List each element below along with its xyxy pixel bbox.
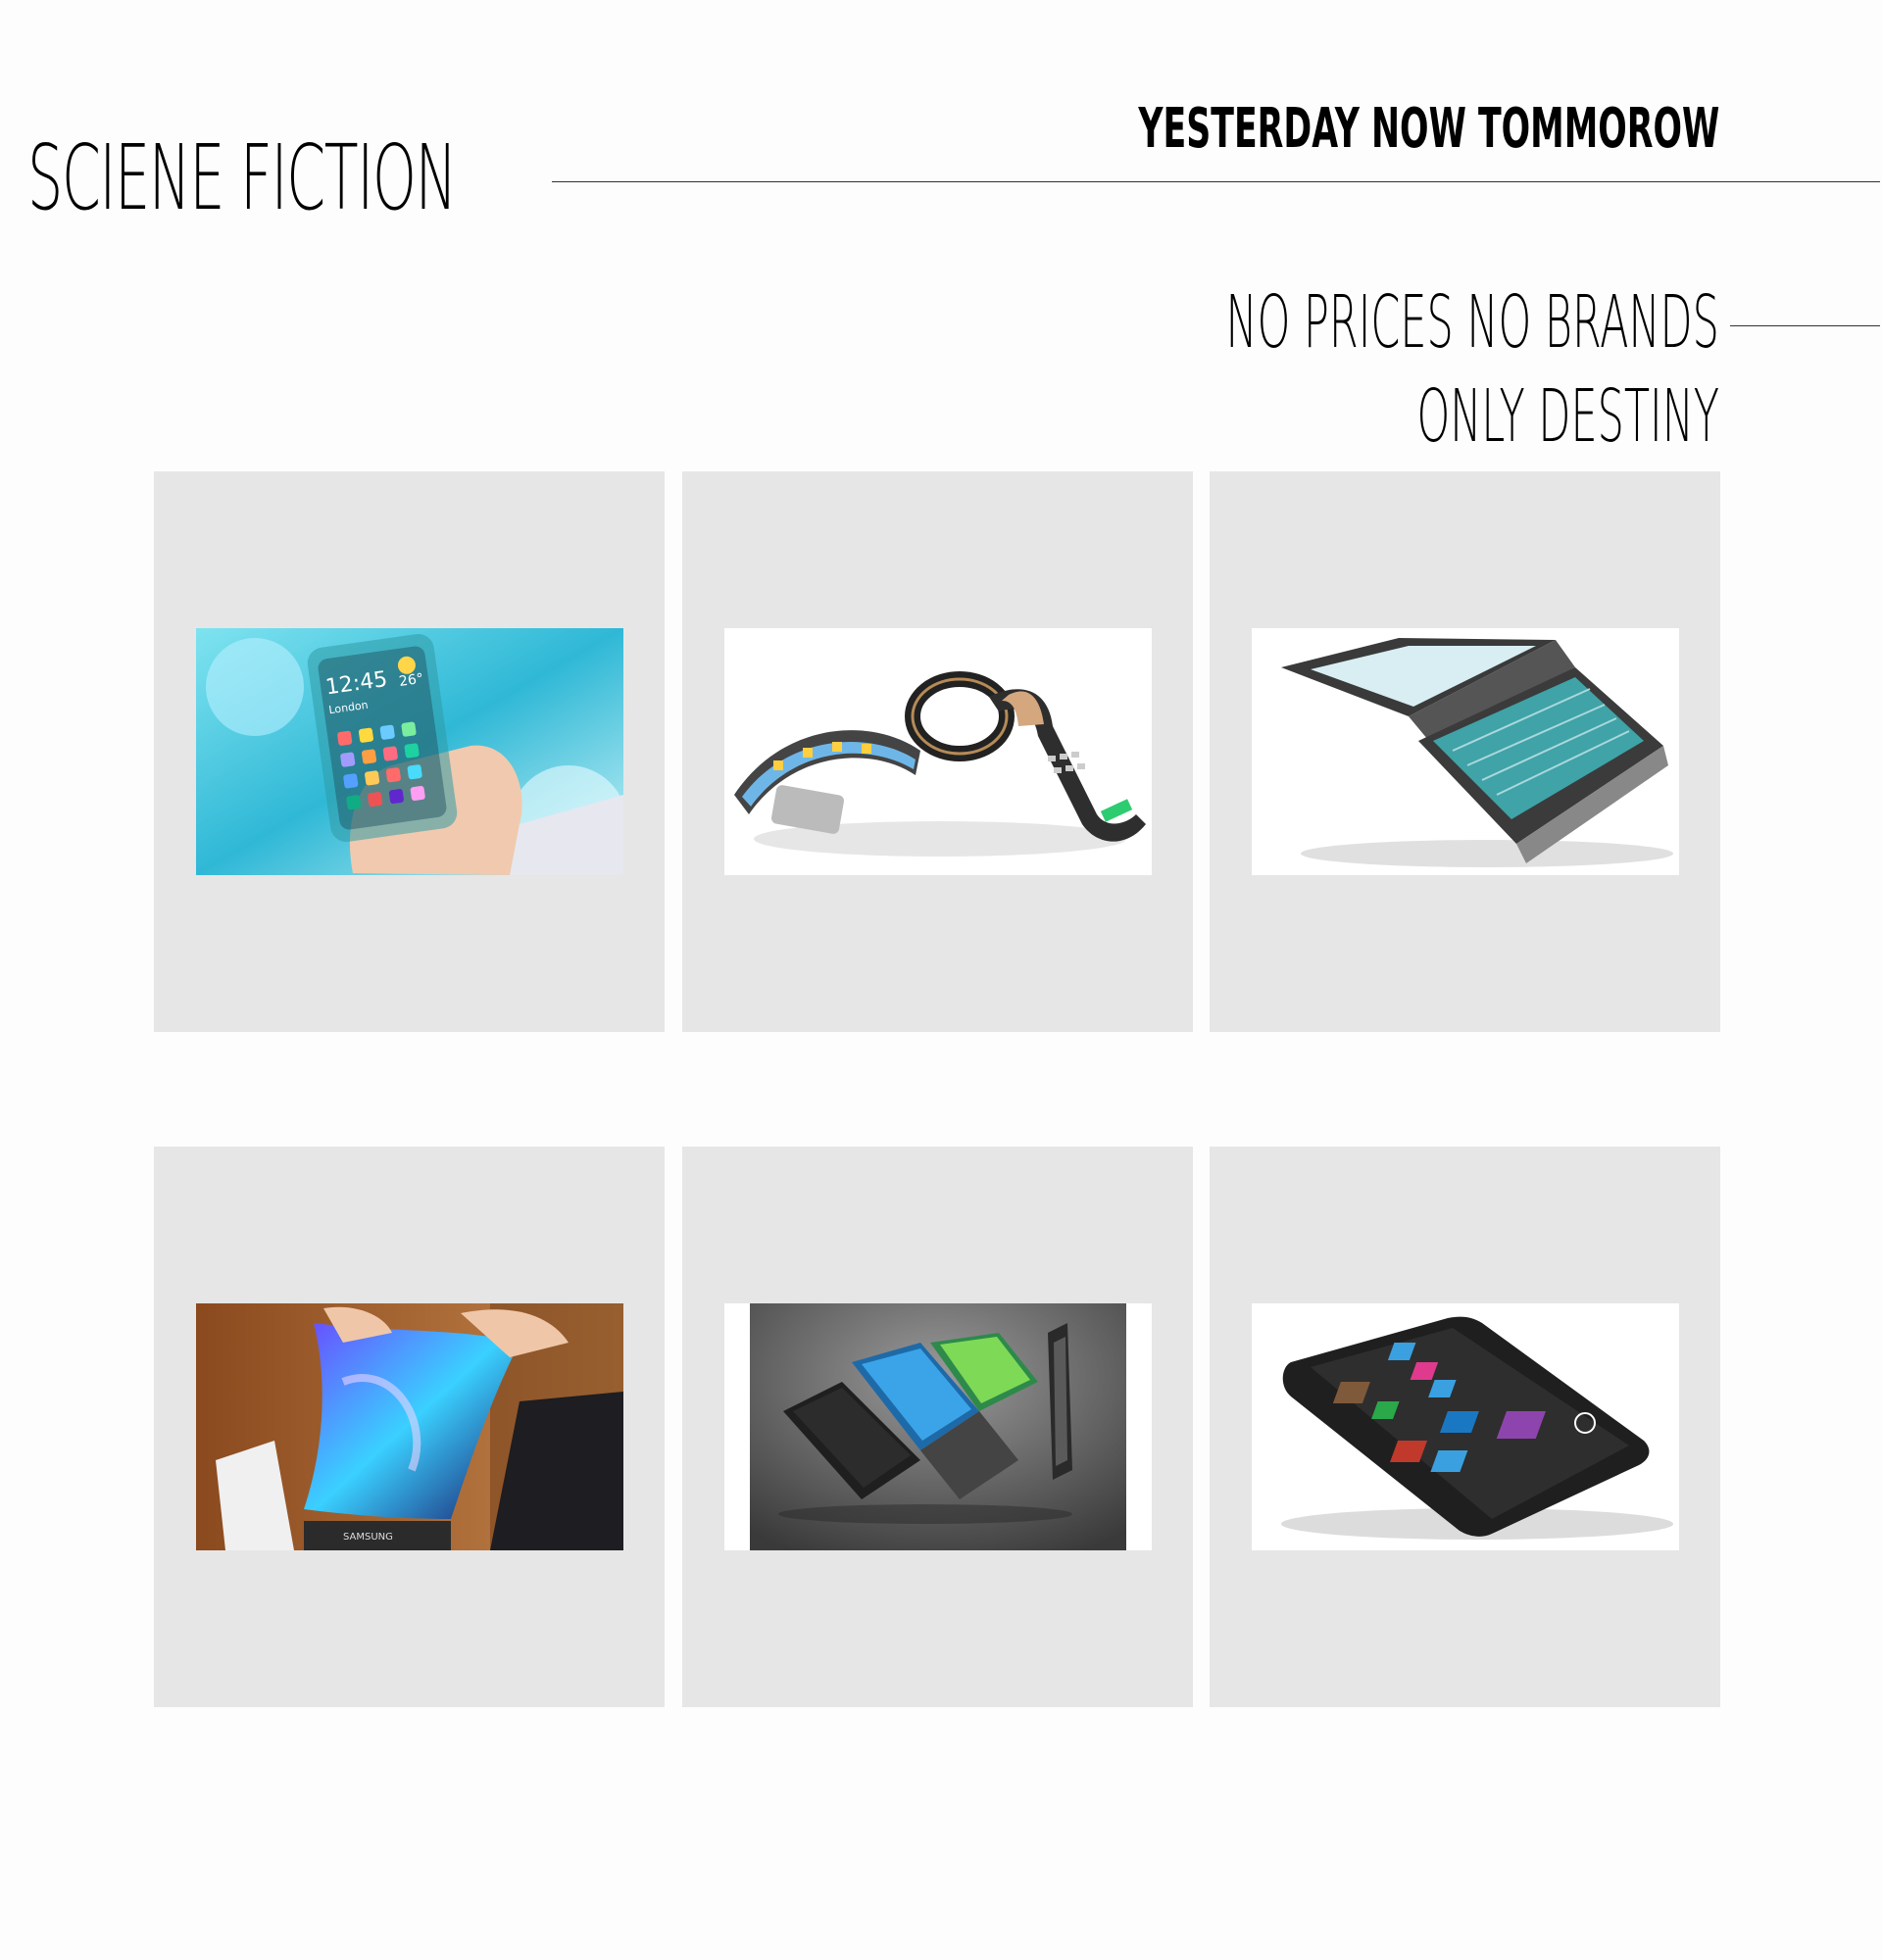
tile-phone-image[interactable]	[1252, 1303, 1679, 1550]
brand-text: SAMSUNG	[343, 1532, 393, 1543]
gallery-card-2[interactable]	[682, 471, 1193, 1032]
page-title: SCIENE FICTION	[27, 125, 457, 230]
title-divider	[552, 181, 1880, 182]
tagline: YESTERDAY NOW TOMMOROW	[1138, 97, 1719, 161]
transparent-phone-image[interactable]: 12:45 London 26°	[196, 628, 623, 875]
bending-display-image[interactable]: SAMSUNG	[196, 1303, 623, 1550]
gallery-card-1[interactable]: 12:45 London 26°	[154, 471, 665, 1032]
slogan-divider	[1730, 325, 1880, 326]
sliding-phone-image[interactable]	[1252, 628, 1679, 875]
gallery-card-5[interactable]	[682, 1147, 1193, 1707]
slogan-line-2: ONLY DESTINY	[1416, 374, 1719, 459]
gallery-card-4[interactable]: SAMSUNG	[154, 1147, 665, 1707]
gallery-card-6[interactable]	[1210, 1147, 1720, 1707]
flexible-phones-image[interactable]	[724, 628, 1152, 875]
modular-phones-image[interactable]	[724, 1303, 1152, 1550]
phone-temp-text: 26°	[398, 671, 424, 690]
gallery-card-3[interactable]	[1210, 471, 1720, 1032]
slogan-line-1: NO PRICES NO BRANDS	[1225, 280, 1719, 365]
